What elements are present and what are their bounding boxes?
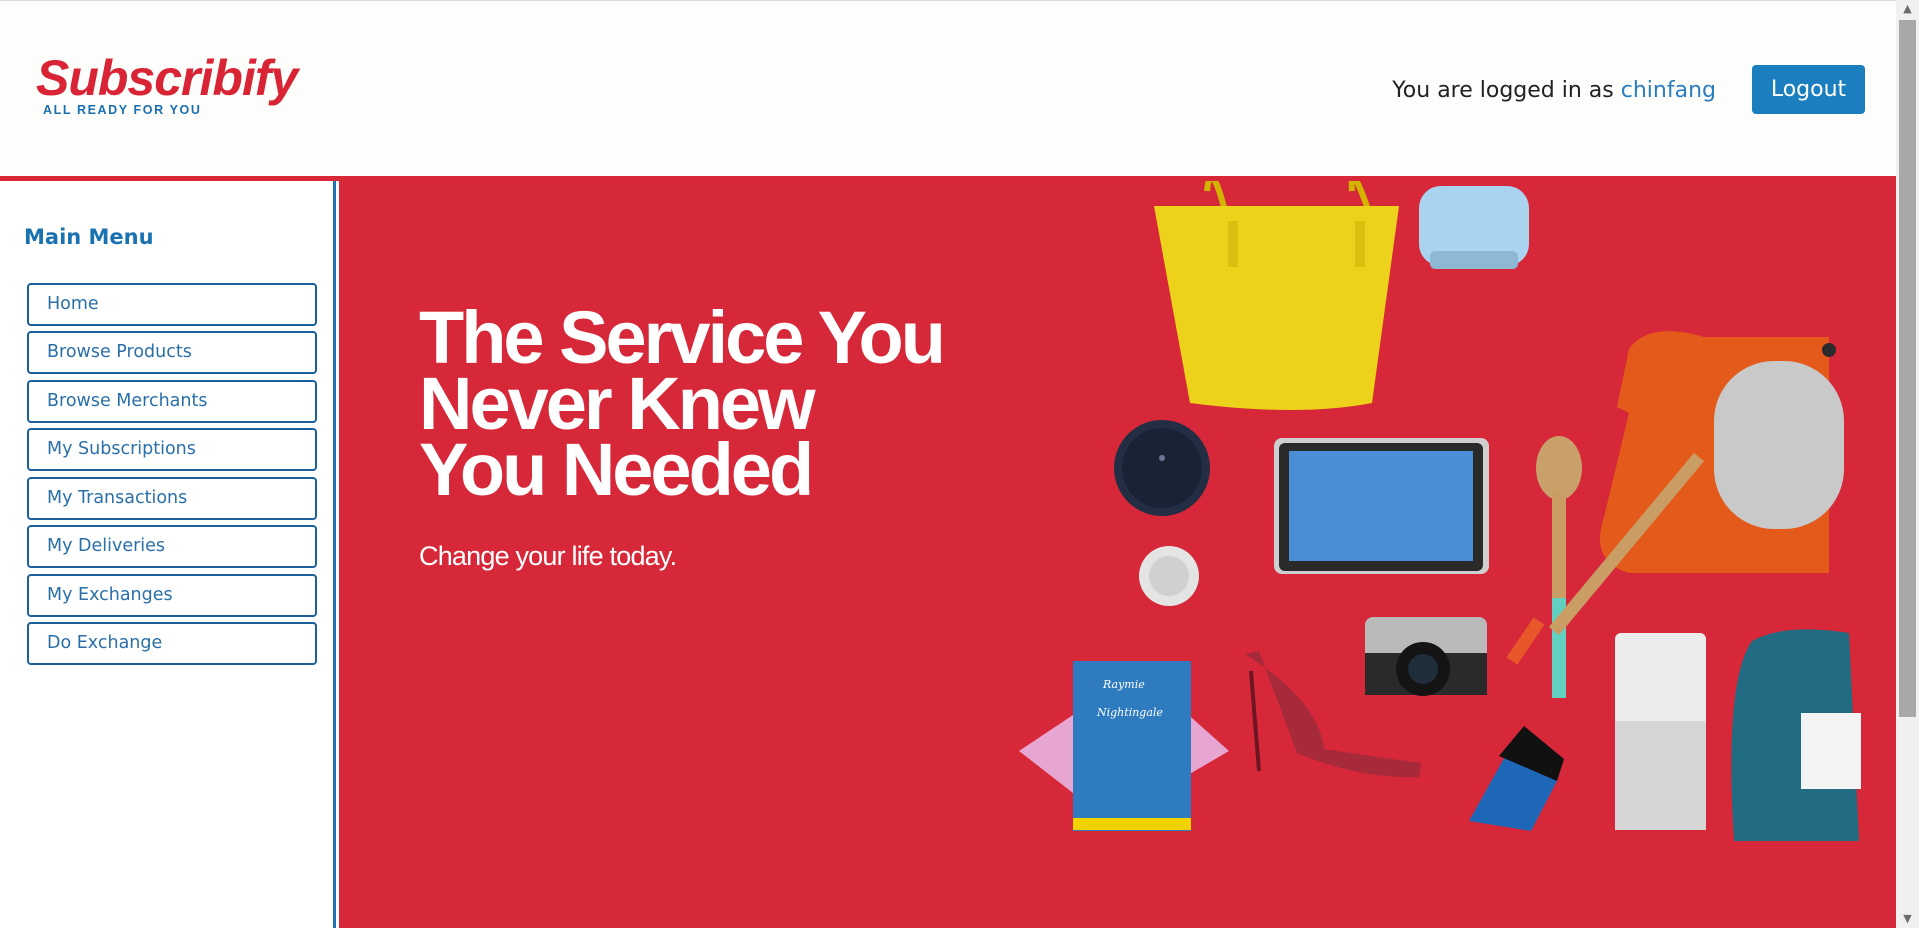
yellow-handbag-icon [1154,181,1399,410]
logout-button[interactable]: Logout [1752,65,1865,114]
book-title-line2: Nightingale [1096,706,1163,719]
menu-item-my-exchanges[interactable]: My Exchanges [27,574,317,617]
book-title-line1: Raymie [1102,678,1145,691]
electric-razor-icon [1469,726,1564,831]
hero-banner: The Service You Never Knew You Needed Ch… [339,181,1896,928]
menu-item-browse-products[interactable]: Browse Products [27,331,317,374]
login-prefix: You are logged in as [1392,78,1614,103]
login-status: You are logged in as chinfang [1392,78,1716,103]
wristwatch-icon [1139,546,1199,606]
menu-item-do-exchange[interactable]: Do Exchange [27,622,317,665]
scrollbar-thumb[interactable] [1899,20,1916,717]
main-menu-title: Main Menu [24,225,154,249]
menu-item-my-transactions[interactable]: My Transactions [27,477,317,520]
logo-wordmark: Subscribify [36,50,298,106]
sidebar: Main Menu Home Browse Products Browse Me… [0,181,336,928]
camera-icon [1365,617,1487,696]
subscribify-logo[interactable]: Subscribify ALL READY FOR YOU [36,50,298,117]
username-link[interactable]: chinfang [1621,78,1716,103]
arrow-up-icon[interactable]: ▲ [1896,0,1919,18]
product-collage-image: Raymie Nightingale [1019,181,1861,841]
menu-item-my-deliveries[interactable]: My Deliveries [27,525,317,568]
echo-dot-icon [1114,420,1210,516]
guitar-icon [1731,629,1861,841]
site-header: Subscribify ALL READY FOR YOU You are lo… [0,0,1896,176]
menu-item-my-subscriptions[interactable]: My Subscriptions [27,428,317,471]
arrow-down-icon[interactable]: ▼ [1896,910,1919,928]
menu-item-browse-merchants[interactable]: Browse Merchants [27,380,317,423]
wooden-spoon-icon [1536,436,1582,698]
book-icon: Raymie Nightingale [1019,661,1229,831]
toaster-icon [1419,186,1529,269]
smart-speaker-icon [1615,633,1706,830]
menu-item-home[interactable]: Home [27,283,317,326]
tablet-icon [1274,438,1489,574]
vertical-scrollbar[interactable]: ▲ ▼ [1896,0,1919,928]
